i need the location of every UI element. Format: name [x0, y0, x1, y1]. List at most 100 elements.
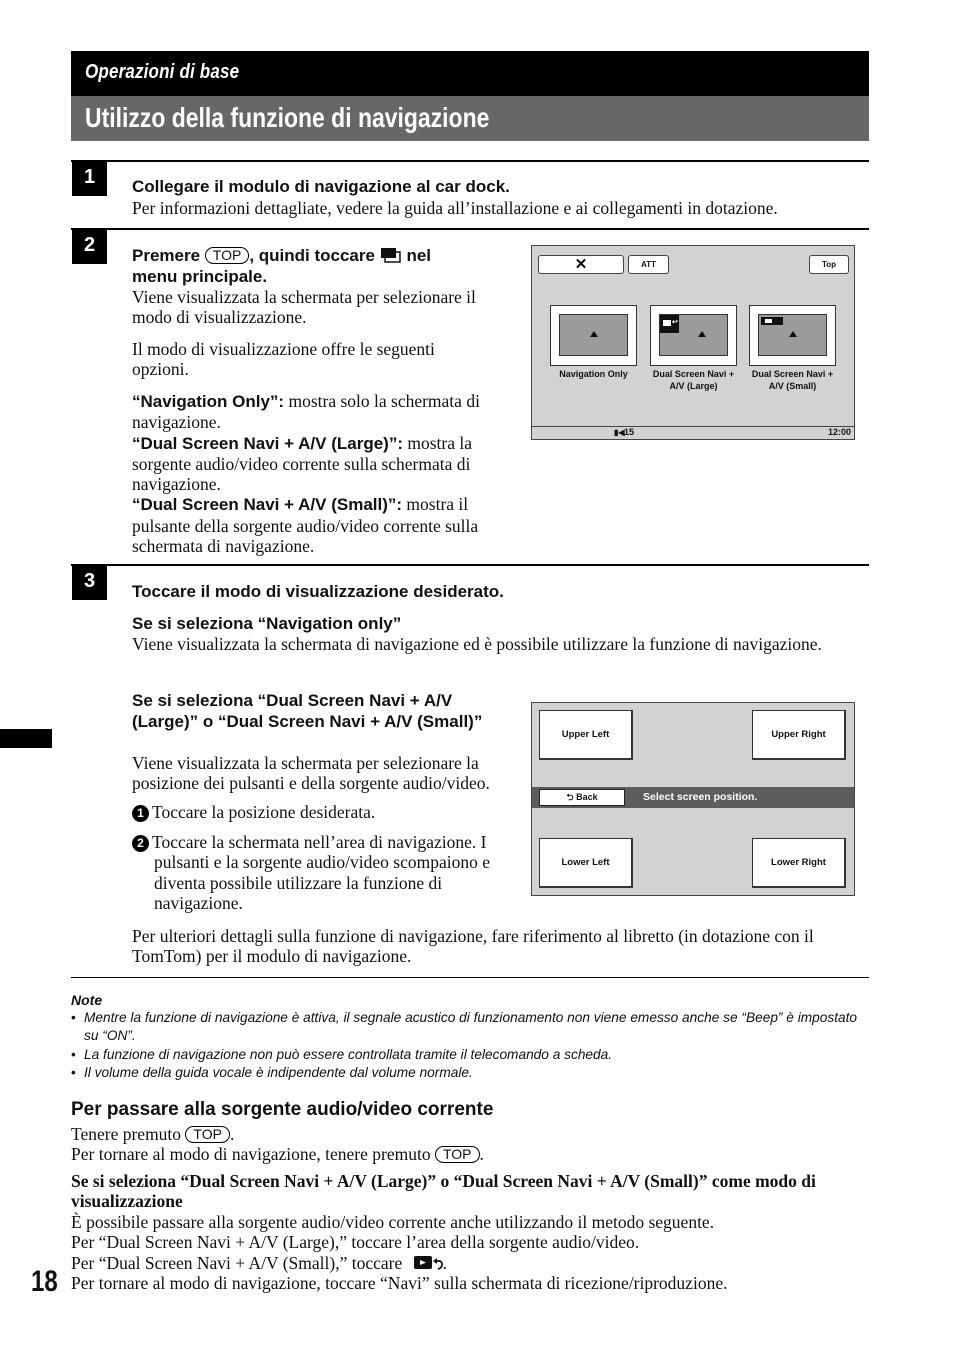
- step-number-3: 3: [72, 565, 107, 600]
- mode-label: Dual Screen Navi + A/V (Small): [751, 369, 834, 391]
- mode-option-term: “Dual Screen Navi + A/V (Large)”:: [132, 433, 403, 453]
- back-button[interactable]: ⮌ Back: [539, 789, 625, 806]
- step-number-1: 1: [72, 161, 107, 196]
- side-tab-marker: [0, 729, 52, 748]
- sub-step-text: Toccare la posizione desiderata.: [152, 802, 376, 822]
- step2-heading-text: nel: [406, 246, 431, 265]
- step1-heading: Collegare il modulo di navigazione al ca…: [132, 177, 510, 196]
- av-source-icon: [663, 320, 671, 326]
- nav-arrow-icon: [590, 331, 598, 337]
- section-title: Operazioni di base: [85, 61, 240, 83]
- switch-heading: Per passare alla sorgente audio/video co…: [71, 1099, 494, 1120]
- switch-detail-line: Per “Dual Screen Navi + A/V (Small),” to…: [71, 1252, 447, 1273]
- step2-heading: Premere TOP, quindi toccare nel menu pri…: [132, 246, 512, 287]
- step-circle-number: 2: [132, 835, 149, 852]
- switch-details: È possibile passare alla sorgente audio/…: [71, 1212, 871, 1293]
- top-key: TOP: [185, 1126, 230, 1143]
- sub2-step-1: 1 Toccare la posizione desiderata.: [132, 802, 522, 822]
- step-circle-number: 1: [132, 805, 149, 822]
- close-icon: ✕: [574, 256, 588, 273]
- notes-title: Note: [71, 992, 103, 1008]
- att-button[interactable]: ATT: [628, 255, 669, 274]
- volume-icon: ▮◀: [614, 428, 625, 437]
- step3-heading: Toccare il modo di visualizzazione desid…: [132, 582, 504, 601]
- switch-line: Tenere premuto TOP.: [71, 1124, 235, 1144]
- section-header: Operazioni di base: [71, 51, 869, 96]
- mode-dual-small[interactable]: [749, 305, 836, 366]
- mode-preview: ↩: [659, 314, 728, 356]
- step2-heading-text: Premere: [132, 246, 201, 265]
- top-key: TOP: [434, 1146, 480, 1164]
- sub2-step-2: 2 Toccare la schermata nell’area di navig…: [132, 832, 522, 913]
- divider: [71, 228, 869, 230]
- sub-step-text: Toccare la schermata nell’area di naviga…: [152, 832, 490, 913]
- note-item: Il volume della guida vocale è indipende…: [71, 1064, 861, 1082]
- av-source-button: [761, 317, 783, 325]
- mode-label: Navigation Only: [559, 369, 628, 379]
- lower-left-button[interactable]: Lower Left: [539, 838, 633, 888]
- mode-option: “Dual Screen Navi + A/V (Large)”: mostra…: [132, 433, 517, 495]
- mode-preview: [758, 314, 827, 356]
- back-label: Back: [576, 792, 598, 802]
- mode-navigation-only[interactable]: [550, 305, 637, 366]
- page-title: Utilizzo della funzione di navigazione: [85, 102, 490, 133]
- upper-right-button[interactable]: Upper Right: [752, 710, 846, 760]
- step2-heading-text: , quindi toccare: [249, 246, 375, 265]
- close-button[interactable]: ✕: [538, 255, 624, 274]
- switch-text: Tenere premuto: [71, 1124, 182, 1144]
- screen-mode-icon: [380, 247, 402, 263]
- mode-option: “Dual Screen Navi + A/V (Small)”: mostra…: [132, 494, 517, 556]
- mode-option-term: “Navigation Only”:: [132, 392, 285, 411]
- note-item: Mentre la funzione di navigazione è atti…: [71, 1009, 861, 1045]
- back-arrow-icon: ⮌: [566, 792, 574, 802]
- av-source-icon: [413, 1255, 443, 1271]
- select-position-prompt: Select screen position.: [643, 791, 758, 803]
- top-button[interactable]: Top: [809, 255, 849, 274]
- upper-left-button[interactable]: Upper Left: [539, 710, 633, 760]
- prompt-bar: ⮌ Back Select screen position.: [532, 787, 854, 808]
- sub2-body: Viene visualizzata la schermata per sele…: [132, 753, 490, 794]
- mode-options-list: “Navigation Only”: mostra solo la scherm…: [132, 391, 517, 556]
- switch-detail-line: Per “Dual Screen Navi + A/V (Large),” to…: [71, 1232, 640, 1253]
- nav-arrow-icon: [789, 331, 797, 337]
- divider: [71, 977, 869, 978]
- step2-heading-text: menu principale.: [132, 266, 268, 286]
- mode-option: “Navigation Only”: mostra solo la scherm…: [132, 391, 517, 433]
- page-title-bar: Utilizzo della funzione di navigazione: [71, 96, 869, 141]
- switch-text: Per “Dual Screen Navi + A/V (Small),” to…: [71, 1252, 403, 1273]
- mode-dual-large[interactable]: ↩: [650, 305, 737, 366]
- note-item: La funzione di navigazione non può esser…: [71, 1046, 861, 1064]
- mode-option-term: “Dual Screen Navi + A/V (Small)”:: [132, 495, 403, 515]
- clock: 12:00: [827, 427, 851, 437]
- volume-level: 15: [624, 427, 635, 437]
- switch-text: Per tornare al modo di navigazione, tene…: [71, 1144, 431, 1165]
- notes-section: Note Mentre la funzione di navigazione è…: [71, 991, 861, 1082]
- step2-body2: Il modo di visualizzazione offre le segu…: [132, 339, 435, 380]
- top-key: TOP: [204, 247, 250, 264]
- av-source-panel: ↩: [660, 315, 679, 333]
- display-mode-screen: ✕ ATT Top Navigation Only ↩ Dual Screen …: [531, 245, 855, 440]
- switch-detail-line: Per tornare al modo di navigazione, tocc…: [71, 1272, 728, 1293]
- step3-footer: Per ulteriori dettagli sulla funzione di…: [132, 926, 814, 967]
- sub2-heading: Se si seleziona “Dual Screen Navi + A/V …: [132, 691, 483, 731]
- step1-body: Per informazioni dettagliate, vedere la …: [132, 198, 778, 218]
- sub1-heading: Se si seleziona “Navigation only”: [132, 614, 402, 633]
- page-number: 18: [31, 1265, 58, 1298]
- status-bar: ▮◀ 15 12:00: [532, 426, 854, 439]
- return-arrow-icon: ↩: [672, 319, 678, 326]
- nav-arrow-icon: [698, 331, 706, 337]
- av-source-icon: [765, 319, 772, 323]
- lower-right-button[interactable]: Lower Right: [752, 838, 846, 888]
- switch-line: Per tornare al modo di navigazione, tene…: [71, 1144, 484, 1165]
- sub1-body: Viene visualizzata la schermata di navig…: [132, 634, 822, 654]
- switch-subheading: Se si seleziona “Dual Screen Navi + A/V …: [71, 1171, 816, 1212]
- switch-instructions: Tenere premuto TOP. Per tornare al modo …: [71, 1124, 871, 1165]
- mode-preview: [559, 314, 628, 356]
- divider: [71, 160, 869, 162]
- step-number-2: 2: [72, 229, 107, 264]
- mode-label: Dual Screen Navi + A/V (Large): [652, 369, 735, 391]
- step2-body1: Viene visualizzata la schermata per sele…: [132, 287, 476, 328]
- divider: [71, 564, 869, 566]
- screen-position-screen: Upper Left Upper Right ⮌ Back Select scr…: [531, 702, 855, 896]
- switch-detail-line: È possibile passare alla sorgente audio/…: [71, 1212, 715, 1232]
